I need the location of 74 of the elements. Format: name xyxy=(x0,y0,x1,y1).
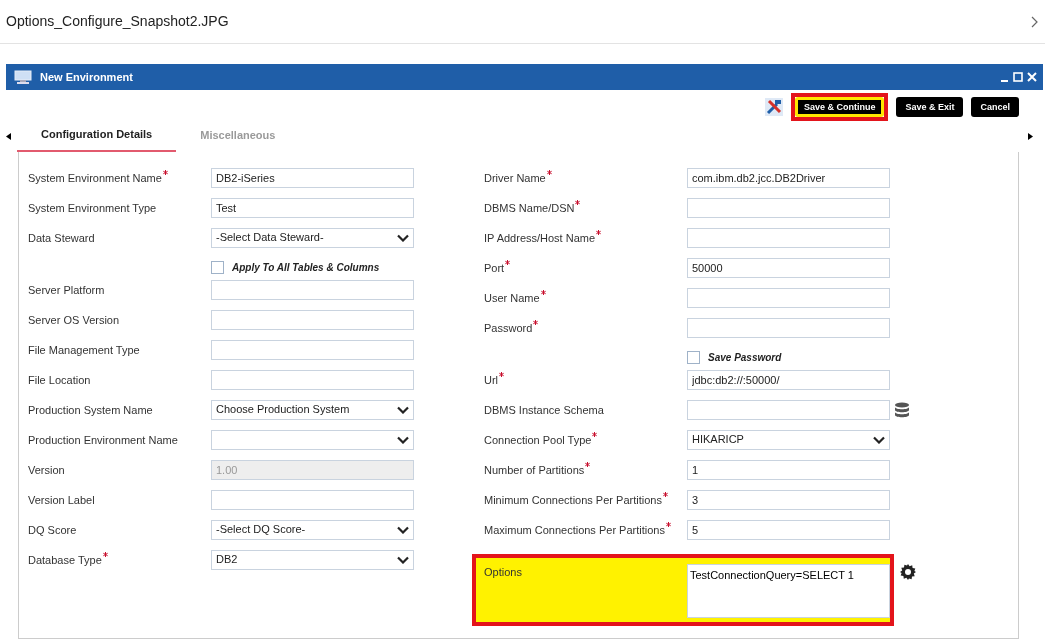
tools-icon[interactable] xyxy=(764,97,783,116)
scroll-left-icon[interactable] xyxy=(6,133,11,141)
field-label: DQ Score xyxy=(28,522,78,538)
field-label: Driver Name xyxy=(484,169,687,186)
field-label: File Management Type xyxy=(28,342,141,358)
text-field[interactable] xyxy=(211,489,414,510)
chevron-down-icon xyxy=(397,435,409,444)
tab[interactable]: Configuration Details xyxy=(17,122,177,152)
field-label: Minimum Connections Per Partitions xyxy=(484,491,687,508)
field-label: Number of Partitions xyxy=(484,461,687,478)
field-label: File Location xyxy=(28,372,92,388)
field-label: IP Address/Host Name xyxy=(484,229,687,246)
gear-icon[interactable] xyxy=(900,563,916,580)
field-label: Maximum Connections Per Partitions xyxy=(484,521,687,538)
text-field[interactable]: 5 xyxy=(687,519,890,540)
toolbar-button[interactable]: Save & Continue xyxy=(794,96,885,117)
field-label: Server Platform xyxy=(28,282,106,298)
options-textarea[interactable]: TestConnectionQuery=SELECT 1 xyxy=(687,563,890,618)
dropdown-field[interactable]: -Select Data Steward- xyxy=(211,227,414,248)
next-chevron-icon[interactable] xyxy=(1031,15,1039,28)
field-label: Data Steward xyxy=(28,230,96,246)
chevron-down-icon xyxy=(397,405,409,414)
field-label: Options xyxy=(484,564,523,580)
field-label: Version Label xyxy=(28,492,96,508)
text-field[interactable] xyxy=(687,399,890,420)
field-label: DBMS Instance Schema xyxy=(484,402,605,418)
text-field[interactable]: Test xyxy=(211,197,414,218)
toolbar-button[interactable]: Save & Exit xyxy=(896,96,964,117)
text-field[interactable] xyxy=(687,317,890,338)
text-field[interactable] xyxy=(687,197,890,218)
file-name: Options_Configure_Snapshot2.JPG xyxy=(6,12,229,31)
field-label: Production Environment Name xyxy=(28,432,179,448)
toolbar-button[interactable]: Cancel xyxy=(971,96,1019,117)
chevron-down-icon xyxy=(397,233,409,242)
field-label: System Environment Name xyxy=(28,169,211,186)
text-field[interactable] xyxy=(211,369,414,390)
checkbox[interactable]: Save Password xyxy=(687,349,782,365)
text-field[interactable]: com.ibm.db2.jcc.DB2Driver xyxy=(687,167,890,188)
text-field[interactable] xyxy=(211,339,414,360)
chevron-down-icon xyxy=(873,435,885,444)
field-label: Production System Name xyxy=(28,402,154,418)
dropdown-field[interactable]: Choose Production System xyxy=(211,399,414,420)
dropdown-field[interactable] xyxy=(211,429,414,450)
text-field[interactable] xyxy=(211,279,414,300)
text-field[interactable]: 3 xyxy=(687,489,890,510)
chevron-down-icon xyxy=(397,525,409,534)
field-label: System Environment Type xyxy=(28,200,158,216)
field-label: Database Type xyxy=(28,551,211,568)
text-field[interactable]: 1 xyxy=(687,459,890,480)
text-field[interactable]: DB2-iSeries xyxy=(211,167,414,188)
chevron-down-icon xyxy=(397,555,409,564)
field-label: User Name xyxy=(484,289,687,306)
close-icon[interactable] xyxy=(1027,72,1037,82)
field-label: Server OS Version xyxy=(28,312,121,328)
text-field[interactable] xyxy=(687,287,890,308)
dropdown-field[interactable]: DB2 xyxy=(211,549,414,570)
monitor-icon xyxy=(14,70,32,84)
field-label: Connection Pool Type xyxy=(484,431,687,448)
scroll-right-icon[interactable] xyxy=(1028,133,1033,141)
text-field[interactable] xyxy=(211,309,414,330)
database-icon[interactable] xyxy=(894,401,910,418)
maximize-icon[interactable] xyxy=(1013,72,1023,82)
field-label: Port xyxy=(484,259,687,276)
field-label: Url xyxy=(484,371,687,388)
field-label: Password xyxy=(484,319,687,336)
field-label: Version xyxy=(28,462,66,478)
text-field[interactable] xyxy=(687,227,890,248)
checkbox[interactable]: Apply To All Tables & Columns xyxy=(211,259,380,275)
field-label: DBMS Name/DSN xyxy=(484,199,687,216)
window-title: New Environment xyxy=(40,69,133,85)
dropdown-field[interactable]: -Select DQ Score- xyxy=(211,519,414,540)
text-field[interactable]: 50000 xyxy=(687,257,890,278)
text-field[interactable]: jdbc:db2://:50000/ xyxy=(687,369,890,390)
dropdown-field[interactable]: HIKARICP xyxy=(687,429,890,450)
